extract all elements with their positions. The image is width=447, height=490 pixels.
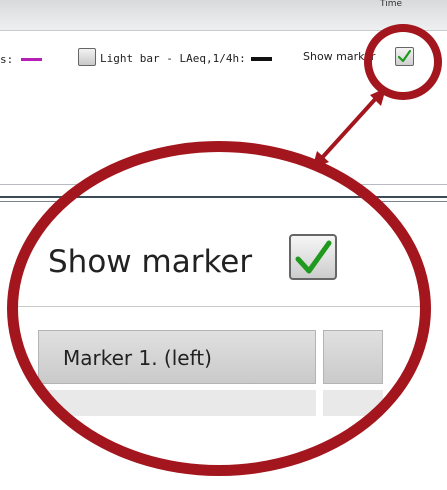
magnified-divider: [7, 306, 431, 307]
arrowhead-up-icon: [370, 88, 386, 106]
screenshot-canvas: Time s: Light bar - LAeq,1/4h: Show mark…: [0, 0, 447, 490]
magnified-panel-border: [7, 196, 431, 198]
marker-table-row: [38, 390, 316, 416]
magnified-checkmark-icon: [295, 240, 332, 274]
legend-purple-swatch: [21, 58, 42, 61]
marker-1-left-header[interactable]: Marker 1. (left): [38, 330, 316, 384]
legend-black-swatch: [251, 57, 272, 61]
show-marker-checkbox[interactable]: [395, 47, 414, 66]
marker-next-header[interactable]: [323, 330, 383, 384]
checkmark-icon: [397, 49, 412, 63]
magnified-view: Show marker Marker 1. (left): [7, 141, 431, 476]
show-marker-label: Show marker: [303, 50, 376, 63]
marker-table-row-cell: [323, 390, 383, 416]
marker-1-left-label: Marker 1. (left): [63, 346, 212, 370]
magnified-show-marker-checkbox[interactable]: [289, 234, 337, 280]
light-bar-label: Light bar - LAeq,1/4h:: [100, 52, 246, 65]
time-axis-label: Time: [380, 0, 403, 8]
magnified-show-marker-label: Show marker: [48, 244, 253, 280]
legend-row: s: Light bar - LAeq,1/4h: Show marker: [0, 44, 447, 72]
light-bar-checkbox[interactable]: [78, 48, 96, 66]
top-toolbar-strip: Time: [0, 0, 447, 31]
legend-series-label-cut: s:: [0, 53, 14, 66]
